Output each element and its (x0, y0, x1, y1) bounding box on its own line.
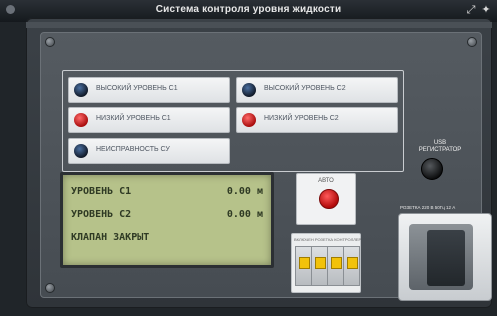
lcd-row-value: 0.00 м (226, 209, 263, 220)
pin-icon[interactable]: ✦ (480, 4, 492, 16)
breaker-label: ВКЛЮЧЕН РОЗЕТКА КОНТРОЛЛЕР (294, 237, 362, 242)
lamp-blue-icon (74, 144, 88, 158)
auto-control: АВТО (296, 173, 356, 225)
lcd-row-label: УРОВЕНЬ С2 (71, 209, 132, 220)
breaker-switch[interactable] (343, 246, 360, 286)
indicator-high-level-c1: ВЫСОКИЙ УРОВЕНЬ С1 (68, 77, 230, 103)
lcd-row-label: УРОВЕНЬ С1 (71, 186, 132, 197)
screw-icon (467, 37, 477, 47)
usb-recorder-label: USB РЕГИСТРАТОР (418, 140, 462, 153)
indicator-high-level-c2: ВЫСОКИЙ УРОВЕНЬ С2 (236, 77, 398, 103)
usb-recorder-knob[interactable] (421, 158, 443, 180)
lamp-blue-icon (74, 83, 88, 97)
socket-label: РОЗЕТКА 220 В 50Гц 12 А (400, 205, 456, 210)
breaker-lever-icon (331, 257, 342, 269)
screw-icon (45, 283, 55, 293)
lamp-red-icon (242, 113, 256, 127)
circuit-breaker-panel: ВКЛЮЧЕН РОЗЕТКА КОНТРОЛЛЕР (291, 233, 361, 293)
indicator-control-fault: НЕИСПРАВНОСТЬ СУ (68, 138, 230, 164)
indicator-low-level-c2: НИЗКИЙ УРОВЕНЬ С2 (236, 107, 398, 133)
socket-lid[interactable] (427, 230, 465, 286)
auto-button[interactable] (319, 189, 339, 209)
indicator-low-level-c1: НИЗКИЙ УРОВЕНЬ С1 (68, 107, 230, 133)
power-socket[interactable] (398, 213, 492, 301)
window-title: Система контроля уровня жидкости (155, 4, 342, 15)
lamp-red-icon (74, 113, 88, 127)
breaker-switch[interactable] (311, 246, 328, 286)
lcd-row-value: 0.00 м (226, 186, 263, 197)
breaker-lever-icon (299, 257, 310, 269)
breaker-switch[interactable] (327, 246, 344, 286)
cabinet-rail (26, 22, 492, 28)
breaker-lever-icon (315, 257, 326, 269)
expand-icon[interactable]: ⤢ (465, 4, 477, 16)
screw-icon (45, 37, 55, 47)
breaker-lever-icon (347, 257, 358, 269)
lcd-display: УРОВЕНЬ С1 0.00 м УРОВЕНЬ С2 0.00 м КЛАП… (60, 172, 274, 268)
socket-face (409, 224, 473, 290)
auto-label: АВТО (318, 178, 334, 184)
breaker-switch[interactable] (295, 246, 312, 286)
lamp-blue-icon (242, 83, 256, 97)
lcd-row-label: КЛАПАН ЗАКРЫТ (71, 232, 150, 243)
